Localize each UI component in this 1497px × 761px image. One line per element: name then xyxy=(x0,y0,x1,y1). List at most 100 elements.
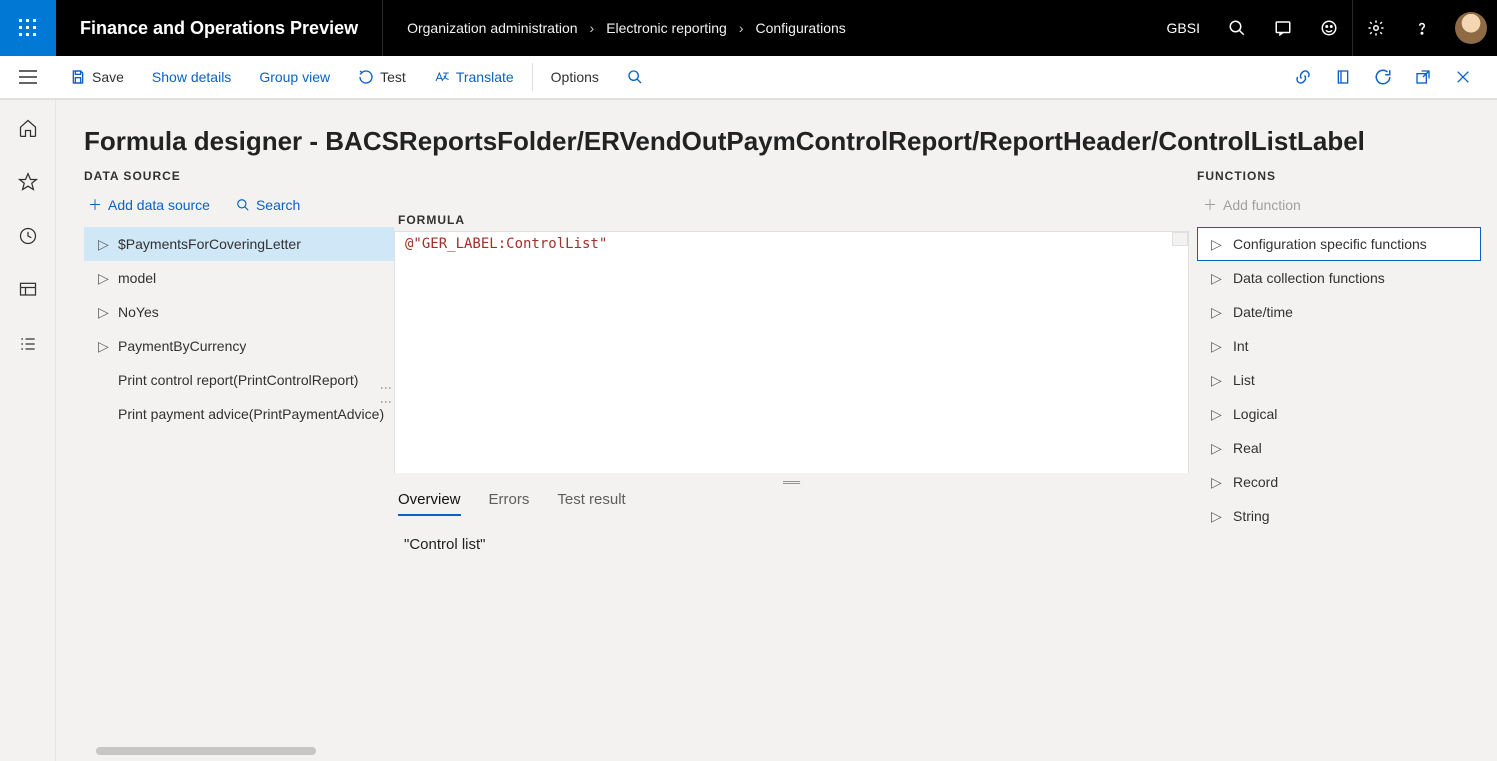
popout-icon[interactable] xyxy=(1403,55,1443,99)
legal-entity[interactable]: GBSI xyxy=(1153,20,1214,36)
options-button[interactable]: Options xyxy=(537,56,613,98)
workspace-icon[interactable] xyxy=(12,274,44,306)
datasource-node[interactable]: ▷ $PaymentsForCoveringLetter xyxy=(84,227,394,261)
function-category-label: List xyxy=(1233,372,1255,388)
function-category-label: Configuration specific functions xyxy=(1233,236,1427,252)
function-category-label: Real xyxy=(1233,440,1262,456)
plus-icon: ＋ xyxy=(88,195,102,215)
help-icon[interactable] xyxy=(1399,0,1445,56)
chevron-right-icon: ▷ xyxy=(1211,406,1221,423)
datasource-node[interactable]: ▷NoYes xyxy=(84,295,394,329)
save-icon xyxy=(70,69,86,85)
cmdbar-divider xyxy=(532,63,533,91)
chevron-right-icon: ▷ xyxy=(98,304,108,321)
close-icon[interactable] xyxy=(1443,55,1483,99)
group-view-button[interactable]: Group view xyxy=(245,56,344,98)
chevron-right-icon: › xyxy=(739,20,744,36)
scroll-indicator xyxy=(1172,232,1188,246)
search-icon xyxy=(627,69,643,85)
recent-icon[interactable] xyxy=(12,220,44,252)
show-details-button[interactable]: Show details xyxy=(138,56,245,98)
datasource-search-button[interactable]: Search xyxy=(236,197,300,213)
function-category-node[interactable]: ▷Date/time xyxy=(1197,295,1481,329)
chevron-right-icon: ▷ xyxy=(1211,338,1221,355)
formula-header: FORMULA xyxy=(394,213,1189,227)
cmdbar-search-button[interactable] xyxy=(613,56,657,98)
star-icon[interactable] xyxy=(12,166,44,198)
function-category-label: Int xyxy=(1233,338,1249,354)
chevron-right-icon: › xyxy=(590,20,595,36)
function-category-node[interactable]: ▷ Configuration specific functions xyxy=(1197,227,1481,261)
datasource-header: DATA SOURCE xyxy=(84,169,394,183)
horizontal-scrollbar[interactable] xyxy=(96,747,316,755)
function-category-label: Data collection functions xyxy=(1233,270,1385,286)
function-category-node[interactable]: ▷ Logical xyxy=(1197,397,1481,431)
search-icon[interactable] xyxy=(1214,0,1260,56)
datasource-node-label: model xyxy=(118,270,156,286)
chevron-right-icon: ▷ xyxy=(1211,270,1221,287)
smiley-icon[interactable] xyxy=(1306,0,1352,56)
formula-editor[interactable]: @"GER_LABEL:ControlList" xyxy=(394,231,1189,473)
nav-toggle-button[interactable] xyxy=(19,70,37,84)
datasource-node[interactable]: ▷ PaymentByCurrency xyxy=(84,329,394,363)
page-icon[interactable] xyxy=(1323,55,1363,99)
chevron-right-icon: ▷ xyxy=(1211,508,1221,525)
datasource-node[interactable]: Print payment advice(PrintPaymentAdvice) xyxy=(84,397,394,431)
chevron-right-icon: ▷ xyxy=(1211,304,1221,321)
chevron-right-icon: ▷ xyxy=(1211,236,1221,253)
overview-value: "Control list" xyxy=(394,536,1189,553)
options-label: Options xyxy=(551,69,599,85)
translate-icon xyxy=(434,69,450,85)
link-icon[interactable] xyxy=(1283,55,1323,99)
translate-button[interactable]: Translate xyxy=(420,56,528,98)
datasource-node[interactable]: Print control report(PrintControlReport) xyxy=(84,363,394,397)
tab-test-result[interactable]: Test result xyxy=(557,491,625,516)
tab-errors[interactable]: Errors xyxy=(489,491,530,516)
group-view-label: Group view xyxy=(259,69,330,85)
breadcrumb: Organization administration › Electronic… xyxy=(383,20,846,36)
tab-overview[interactable]: Overview xyxy=(398,491,461,516)
function-category-node[interactable]: ▷ Int xyxy=(1197,329,1481,363)
show-details-label: Show details xyxy=(152,69,231,85)
function-category-node[interactable]: ▷ String xyxy=(1197,499,1481,533)
avatar[interactable] xyxy=(1455,12,1487,44)
datasource-node-label: Print control report(PrintControlReport) xyxy=(118,372,358,388)
chevron-right-icon: ▷ xyxy=(1211,474,1221,491)
datasource-node[interactable]: ▷model xyxy=(84,261,394,295)
function-category-label: String xyxy=(1233,508,1270,524)
function-category-node[interactable]: ▷ Real xyxy=(1197,431,1481,465)
test-label: Test xyxy=(380,69,406,85)
add-data-source-button[interactable]: ＋ Add data source xyxy=(88,195,210,215)
modules-icon[interactable] xyxy=(12,328,44,360)
chevron-right-icon: ▷ xyxy=(1211,440,1221,457)
breadcrumb-item[interactable]: Configurations xyxy=(755,20,845,36)
search-icon xyxy=(236,198,250,212)
datasource-node-label: $PaymentsForCoveringLetter xyxy=(118,236,301,252)
breadcrumb-item[interactable]: Electronic reporting xyxy=(606,20,727,36)
page-title: Formula designer - BACSReportsFolder/ERV… xyxy=(84,126,1497,157)
save-button[interactable]: Save xyxy=(56,56,138,98)
app-launcher-button[interactable] xyxy=(0,0,56,56)
home-icon[interactable] xyxy=(12,112,44,144)
search-label: Search xyxy=(256,197,300,213)
datasource-node-label: Print payment advice(PrintPaymentAdvice) xyxy=(118,406,384,422)
breadcrumb-item[interactable]: Organization administration xyxy=(407,20,577,36)
add-function-button: ＋ Add function xyxy=(1197,195,1481,215)
horizontal-splitter[interactable]: ══ xyxy=(394,473,1189,491)
function-category-node[interactable]: ▷ List xyxy=(1197,363,1481,397)
function-category-node[interactable]: ▷Record xyxy=(1197,465,1481,499)
chevron-right-icon: ▷ xyxy=(1211,372,1221,389)
save-label: Save xyxy=(92,69,124,85)
functions-header: FUNCTIONS xyxy=(1197,169,1481,183)
function-category-node[interactable]: ▷ Data collection functions xyxy=(1197,261,1481,295)
chevron-right-icon: ▷ xyxy=(98,338,108,355)
translate-label: Translate xyxy=(456,69,514,85)
messages-icon[interactable] xyxy=(1260,0,1306,56)
add-function-label: Add function xyxy=(1223,197,1301,213)
gear-icon[interactable] xyxy=(1353,0,1399,56)
test-button[interactable]: Test xyxy=(344,56,420,98)
function-category-label: Logical xyxy=(1233,406,1277,422)
datasource-node-label: PaymentByCurrency xyxy=(118,338,246,354)
refresh-icon[interactable] xyxy=(1363,55,1403,99)
chevron-right-icon: ▷ xyxy=(98,236,108,253)
